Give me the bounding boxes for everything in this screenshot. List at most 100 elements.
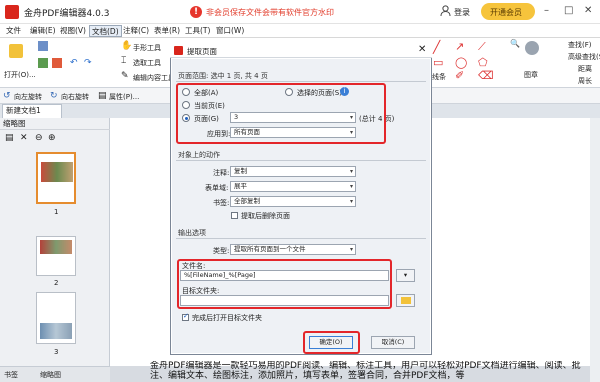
hand-tool-icon[interactable]: ✋ <box>121 41 132 51</box>
menu-comment[interactable]: 注释(C) <box>121 25 151 37</box>
find-icon[interactable]: 🔍 <box>510 39 520 49</box>
properties-button[interactable]: 属性(P)... <box>109 92 139 102</box>
rotate-left-button[interactable]: 向左旋转 <box>14 92 42 102</box>
dialog-app-icon <box>174 46 183 55</box>
total-pages-text: (总计 4 页) <box>359 115 395 123</box>
radio-all-pages-label[interactable]: 全部(A) <box>194 88 218 98</box>
polygon-tool-icon[interactable]: ⬠ <box>478 57 488 68</box>
dialog-close-icon[interactable]: ✕ <box>418 44 426 55</box>
thumbnail-options-icon[interactable]: ▤ <box>5 133 14 143</box>
menu-tools[interactable]: 工具(T) <box>183 25 212 37</box>
minimize-icon[interactable]: – <box>544 5 549 16</box>
arrow-tool-icon[interactable]: ↗ <box>455 41 464 52</box>
radio-selected-pages-label[interactable]: 选择的页面(S) <box>297 88 342 98</box>
polyline-tool-icon[interactable]: ⟋ <box>478 41 486 52</box>
ok-button[interactable]: 确定(O) <box>309 336 353 349</box>
watermark-warning: 非会员保存文件会带有软件官方水印 <box>206 8 334 17</box>
menu-document[interactable]: 文档(D) <box>89 25 122 37</box>
bookmarks-tab[interactable]: 书签 <box>4 370 18 380</box>
menu-view[interactable]: 视图(V) <box>58 25 88 37</box>
info-icon[interactable]: i <box>340 87 349 96</box>
radio-page-range[interactable] <box>182 114 190 122</box>
menu-form[interactable]: 表单(R) <box>152 25 182 37</box>
cancel-button[interactable]: 取消(C) <box>371 336 415 349</box>
undo-icon[interactable]: ↶ <box>70 58 78 68</box>
radio-selected-pages[interactable] <box>285 88 293 96</box>
ellipse-tool-icon[interactable]: ◯ <box>455 57 467 68</box>
open-folder-after-checkbox[interactable] <box>182 312 189 321</box>
menu-file[interactable]: 文件 <box>4 25 23 37</box>
apply-to-label: 应用到: <box>207 130 231 138</box>
radio-all-pages[interactable] <box>182 88 190 96</box>
bookmarks-select[interactable]: 全部复制 ▾ <box>230 196 356 207</box>
open-button[interactable]: 打开(O)... <box>4 70 36 80</box>
browse-folder-button[interactable] <box>396 294 415 307</box>
delete-after-extract-checkbox[interactable] <box>231 212 238 219</box>
eraser-tool-icon[interactable]: ⌫ <box>478 70 494 81</box>
chevron-down-icon: ▾ <box>349 246 353 253</box>
perimeter-tool[interactable]: 周长 <box>578 76 592 86</box>
target-folder-input[interactable] <box>180 295 389 306</box>
warning-icon: ! <box>190 6 202 18</box>
zoom-in-icon[interactable]: ⊕ <box>48 133 56 143</box>
document-body-text: 金舟PDF编辑器是一款轻巧易用的PDF阅读、编辑、标注工具，用户可以轻松对PDF… <box>150 361 581 381</box>
vertical-scrollbar[interactable] <box>590 118 600 382</box>
distance-tool[interactable]: 距离 <box>578 64 592 74</box>
stamp-button[interactable]: 图章 <box>524 70 538 80</box>
advanced-search-button[interactable]: 高级查找(S) <box>568 52 600 62</box>
stamp-icon[interactable] <box>525 41 539 55</box>
radio-current-page[interactable] <box>182 101 190 109</box>
chevron-down-icon: ▾ <box>349 168 353 175</box>
page-range-group-title: 页面范围: 选中 1 页, 共 4 页 <box>178 72 268 80</box>
type-label: 类型: <box>213 247 230 255</box>
select-tool-icon[interactable]: ⌶ <box>121 56 126 66</box>
login-link[interactable]: 登录 <box>454 7 470 18</box>
find-button[interactable]: 查找(F) <box>568 40 592 50</box>
redo-icon[interactable]: ↷ <box>84 58 92 68</box>
vip-button-label: 开通会员 <box>490 8 522 17</box>
panel-tabs: 书签 缩略图 <box>0 366 110 382</box>
apply-to-select[interactable]: 所有页面 ▾ <box>230 127 356 138</box>
radio-page-range-label[interactable]: 页面(G) <box>194 114 219 124</box>
page-thumbnail-2[interactable] <box>36 236 76 276</box>
chevron-down-icon[interactable]: ▾ <box>350 113 353 122</box>
zoom-out-icon[interactable]: ⊖ <box>35 133 43 143</box>
radio-current-page-label[interactable]: 当前页(E) <box>194 101 225 111</box>
form-fields-select[interactable]: 展平 ▾ <box>230 181 356 192</box>
open-folder-icon[interactable] <box>9 44 23 58</box>
lines-label[interactable]: 线条 <box>432 72 446 82</box>
menu-window[interactable]: 窗口(W) <box>214 25 246 37</box>
print-icon[interactable] <box>52 58 62 68</box>
maximize-icon[interactable]: □ <box>564 5 573 16</box>
properties-icon[interactable]: ▤ <box>98 91 107 101</box>
hand-tool[interactable]: 手形工具 <box>133 43 161 53</box>
new-icon[interactable] <box>38 41 48 51</box>
rotate-right-icon[interactable]: ↻ <box>50 91 58 101</box>
rectangle-tool-icon[interactable]: ▭ <box>433 57 443 68</box>
select-tool[interactable]: 选取工具 <box>133 58 161 68</box>
document-tab[interactable]: 新建文档1 <box>2 104 62 118</box>
rotate-right-button[interactable]: 向右旋转 <box>61 92 89 102</box>
filename-macro-button[interactable]: ▾ <box>396 269 415 282</box>
close-icon[interactable]: ✕ <box>584 5 592 16</box>
output-type-select[interactable]: 提取所有页面到一个文件 ▾ <box>230 244 356 255</box>
open-folder-after-label[interactable]: 完成后打开目标文件夹 <box>192 313 262 323</box>
menu-edit[interactable]: 编辑(E) <box>28 25 58 37</box>
annotation-select[interactable]: 复制 ▾ <box>230 166 356 177</box>
edit-content-tool[interactable]: 编辑内容工具 <box>133 73 175 83</box>
save-icon[interactable] <box>38 58 48 68</box>
actions-group-title: 对象上的动作 <box>178 151 220 159</box>
edit-content-icon[interactable]: ✎ <box>121 71 129 81</box>
page-thumbnail-3[interactable] <box>36 292 76 344</box>
annotation-label: 注释: <box>213 169 230 177</box>
thumbnails-tab[interactable]: 缩略图 <box>40 370 61 380</box>
window-controls[interactable]: – □ ✕ <box>544 5 600 19</box>
delete-page-icon[interactable]: ✕ <box>20 133 28 143</box>
page-thumbnail-1[interactable] <box>36 152 76 204</box>
rotate-left-icon[interactable]: ↺ <box>3 91 11 101</box>
delete-after-extract-label[interactable]: 提取后删除页面 <box>241 211 290 221</box>
page-range-input[interactable]: 3 ▾ <box>230 112 356 123</box>
line-tool-icon[interactable]: ╱ <box>433 41 440 53</box>
pencil-tool-icon[interactable]: ✐ <box>455 70 464 81</box>
filename-input[interactable]: %[FileName]_%[Page] <box>180 270 389 281</box>
